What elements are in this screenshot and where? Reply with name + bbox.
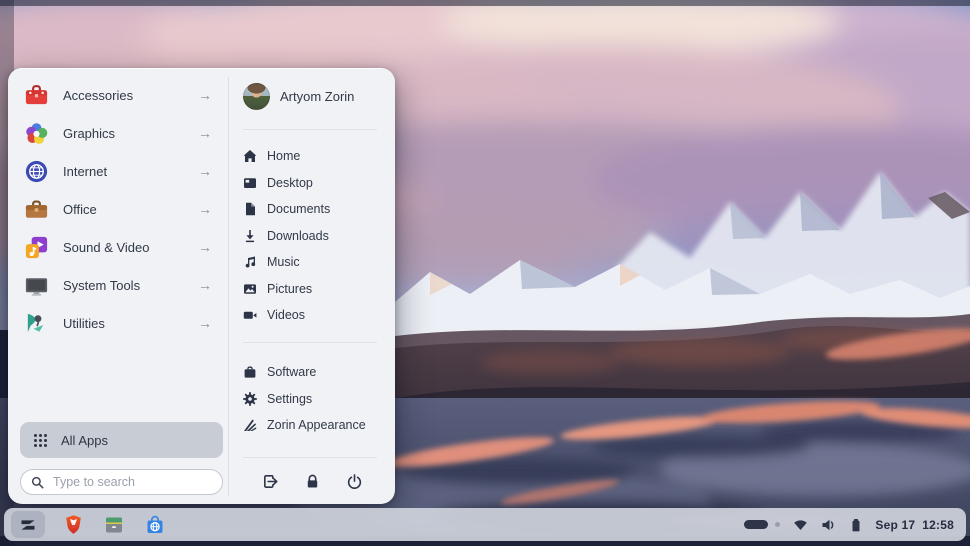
place-documents[interactable]: Documents (243, 196, 391, 223)
clock-date: Sep 17 (875, 518, 915, 532)
brave-browser-icon[interactable] (60, 512, 86, 538)
divider (243, 342, 377, 343)
all-apps-button[interactable]: All Apps (20, 422, 223, 458)
place-label: Music (267, 255, 300, 269)
tray-indicator-dot (775, 522, 780, 527)
clock[interactable]: Sep 17 12:58 (875, 518, 954, 532)
chevron-right-icon: → (198, 277, 212, 293)
search-field[interactable] (20, 469, 223, 495)
category-graphics[interactable]: Graphics → (8, 114, 228, 152)
zorin-logo-icon (18, 515, 38, 535)
app-menu-panel: Accessories → Graphics (8, 68, 395, 504)
document-icon (243, 202, 257, 216)
category-accessories[interactable]: Accessories → (8, 76, 228, 114)
graphics-icon (23, 120, 50, 147)
place-label: Pictures (267, 282, 312, 296)
desktop-screen: Accessories → Graphics (0, 0, 970, 546)
place-music[interactable]: Music (243, 249, 391, 276)
place-label: Software (267, 365, 316, 379)
category-label: Internet (63, 164, 185, 179)
wifi-icon[interactable] (793, 517, 808, 532)
software-store-icon[interactable] (142, 512, 168, 538)
monitor-icon (23, 272, 50, 299)
apps-grid-icon (33, 433, 48, 448)
place-label: Desktop (267, 176, 313, 190)
logout-button[interactable] (255, 467, 285, 495)
session-controls (237, 467, 387, 495)
search-icon (31, 476, 44, 489)
category-label: Accessories (63, 88, 185, 103)
place-label: Videos (267, 308, 305, 322)
category-label: Office (63, 202, 185, 217)
volume-icon[interactable] (821, 517, 837, 533)
software-bag-icon (243, 365, 257, 379)
place-home[interactable]: Home (243, 143, 391, 170)
power-button[interactable] (339, 467, 369, 495)
category-office[interactable]: Office → (8, 190, 228, 228)
battery-icon[interactable] (850, 517, 862, 533)
globe-icon (23, 158, 50, 185)
appearance-brush-icon (243, 418, 257, 432)
briefcase-icon (23, 196, 50, 223)
clock-time: 12:58 (922, 518, 954, 532)
category-label: System Tools (63, 278, 185, 293)
taskbar: Sep 17 12:58 (4, 508, 966, 541)
chevron-right-icon: → (198, 239, 212, 255)
place-videos[interactable]: Videos (243, 302, 391, 329)
download-icon (243, 229, 257, 243)
category-internet[interactable]: Internet → (8, 152, 228, 190)
system-tray: Sep 17 12:58 (744, 517, 954, 533)
menu-item-settings[interactable]: Settings (243, 386, 391, 413)
category-system-tools[interactable]: System Tools → (8, 266, 228, 304)
place-downloads[interactable]: Downloads (243, 223, 391, 250)
chevron-right-icon: → (198, 315, 212, 331)
all-apps-label: All Apps (61, 433, 108, 448)
divider (243, 129, 377, 130)
place-label: Settings (267, 392, 312, 406)
chevron-right-icon: → (198, 201, 212, 217)
user-avatar (243, 83, 270, 110)
menu-places-column: Artyom Zorin Home (229, 69, 395, 504)
place-label: Downloads (267, 229, 329, 243)
toolbox-icon (23, 82, 50, 109)
zorin-menu-button[interactable] (11, 511, 45, 538)
category-sound-video[interactable]: Sound & Video → (8, 228, 228, 266)
media-icon (23, 234, 50, 261)
lock-button[interactable] (297, 467, 327, 495)
chevron-right-icon: → (198, 163, 212, 179)
place-label: Home (267, 149, 300, 163)
user-name: Artyom Zorin (280, 89, 354, 104)
category-label: Sound & Video (63, 240, 185, 255)
menu-item-software[interactable]: Software (243, 359, 391, 386)
files-app-icon[interactable] (101, 512, 127, 538)
video-camera-icon (243, 308, 257, 322)
place-label: Zorin Appearance (267, 418, 366, 432)
chevron-right-icon: → (198, 125, 212, 141)
music-note-icon (243, 255, 257, 269)
place-label: Documents (267, 202, 330, 216)
user-account-row[interactable]: Artyom Zorin (243, 82, 387, 110)
desktop-icon (243, 176, 257, 190)
picture-icon (243, 282, 257, 296)
category-label: Graphics (63, 126, 185, 141)
place-desktop[interactable]: Desktop (243, 170, 391, 197)
home-icon (243, 149, 257, 163)
category-utilities[interactable]: Utilities → (8, 304, 228, 342)
menu-categories-column: Accessories → Graphics (8, 69, 228, 504)
place-pictures[interactable]: Pictures (243, 276, 391, 303)
search-input[interactable] (51, 474, 212, 490)
category-label: Utilities (63, 316, 185, 331)
tray-indicator-pill[interactable] (744, 520, 768, 529)
utilities-icon (23, 310, 50, 337)
chevron-right-icon: → (198, 87, 212, 103)
menu-item-zorin-appearance[interactable]: Zorin Appearance (243, 412, 391, 439)
gear-icon (243, 392, 257, 406)
divider (243, 457, 377, 458)
